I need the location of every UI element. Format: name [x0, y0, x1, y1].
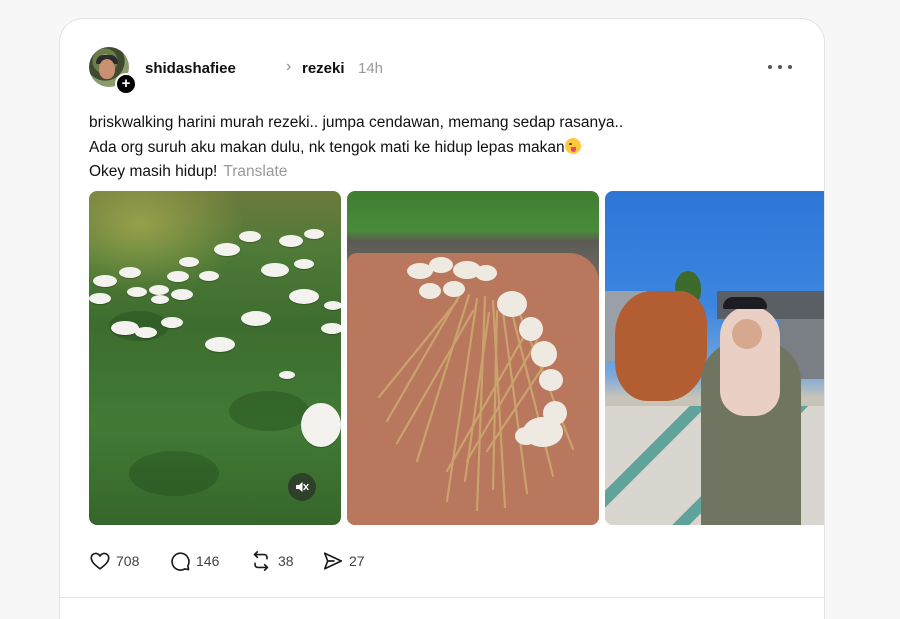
caption-line-1: briskwalking harini murah rezeki.. jumpa…: [89, 114, 624, 131]
repost-icon: [253, 551, 269, 571]
repost-count: 38: [278, 553, 294, 569]
like-button[interactable]: 708: [89, 549, 139, 573]
caption-line-2: Ada org suruh aku makan dulu, nk tengok …: [89, 138, 565, 156]
topic-tag[interactable]: rezeki: [302, 60, 345, 77]
caption-line-3: Okey masih hidup!: [89, 163, 218, 180]
comment-icon: [171, 552, 190, 571]
share-count: 27: [349, 553, 365, 569]
post-header: + shidashafiee › rezeki 14h: [89, 47, 796, 95]
post-divider: [60, 597, 824, 598]
tongue-emoji-icon: [564, 137, 581, 154]
repost-button[interactable]: 38: [249, 549, 294, 573]
mushrooms-on-grass-video[interactable]: [89, 191, 341, 525]
share-button[interactable]: 27: [322, 549, 365, 573]
post-time[interactable]: 14h: [358, 60, 383, 77]
woman-holding-bag-photo[interactable]: [605, 191, 824, 525]
post-card: + shidashafiee › rezeki 14h briskwalking…: [59, 18, 825, 619]
avatar-face: [99, 59, 115, 79]
send-icon: [323, 552, 343, 570]
translate-link[interactable]: Translate: [223, 163, 287, 180]
follow-plus-icon[interactable]: +: [115, 73, 137, 95]
chevron-right-icon: ›: [286, 58, 292, 75]
username[interactable]: shidashafiee: [145, 60, 236, 77]
muted-speaker-icon[interactable]: [288, 473, 316, 501]
like-count: 708: [116, 553, 140, 569]
post-caption: briskwalking harini murah rezeki.. jumpa…: [89, 111, 789, 185]
comment-button[interactable]: 146: [169, 549, 219, 573]
mushrooms-on-cloth-photo[interactable]: [347, 191, 599, 525]
comment-count: 146: [196, 553, 220, 569]
heart-icon: [90, 552, 110, 570]
more-options-icon[interactable]: [768, 59, 792, 75]
